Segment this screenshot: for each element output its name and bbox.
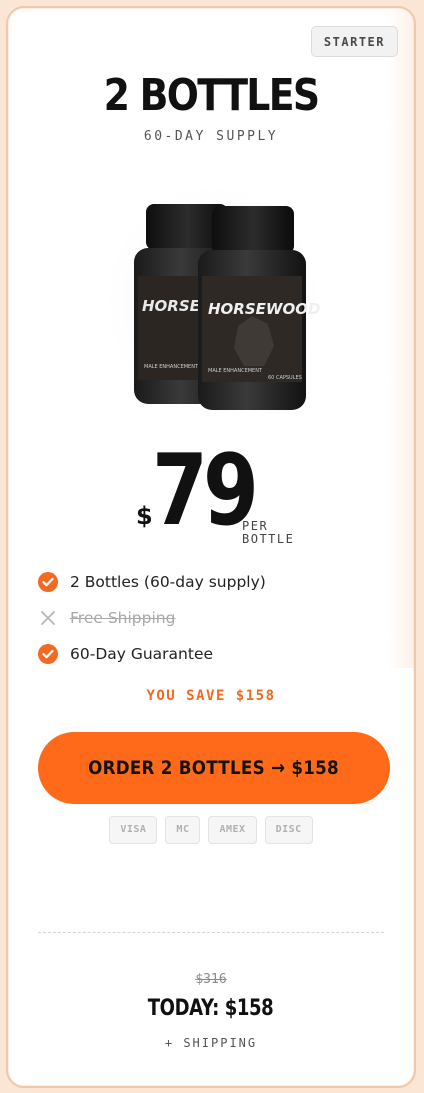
svg-text:MALE ENHANCEMENT: MALE ENHANCEMENT: [144, 364, 199, 370]
order-button[interactable]: ORDER 2 BOTTLES → $158: [38, 732, 390, 804]
check-circle-icon: [38, 644, 58, 664]
divider: [38, 932, 384, 933]
mastercard-badge: MC: [165, 816, 201, 844]
shipping-note: + SHIPPING: [164, 1036, 258, 1050]
feature-item: 2 Bottles (60-day supply): [38, 564, 398, 600]
visa-badge: VISA: [109, 816, 158, 844]
pricing-card: STARTER 2 BOTTLES 60-DAY SUPPLY MALE ENH…: [6, 6, 416, 1088]
discover-badge: DISC: [264, 816, 313, 844]
original-price: $316: [195, 972, 227, 987]
payment-methods: VISA MC AMEX DISC: [8, 816, 414, 844]
savings-text: YOU SAVE $158: [146, 688, 276, 704]
svg-text:MALE ENHANCEMENT: MALE ENHANCEMENT: [208, 368, 263, 374]
price-block: $ 79 PER BOTTLE: [8, 434, 414, 550]
feature-label: 60-Day Guarantee: [70, 645, 214, 663]
plan-badge: STARTER: [310, 26, 398, 57]
price-unit-line2: BOTTLE: [242, 532, 295, 546]
plan-subtitle: 60-DAY SUPPLY: [143, 129, 279, 144]
feature-item: 60-Day Guarantee: [38, 636, 398, 672]
check-circle-icon: [38, 572, 58, 592]
feature-label: 2 Bottles (60-day supply): [70, 573, 266, 591]
amex-badge: AMEX: [208, 816, 257, 844]
product-image: HORSEWOOD MALE ENHANCEMENT HORSEWOOD MAL…: [98, 176, 328, 426]
price-currency: $: [136, 502, 153, 530]
price-unit: PER BOTTLE: [242, 520, 294, 546]
today-price-label: TODAY: $158: [148, 996, 274, 1021]
today-price: TODAY: $158: [8, 996, 414, 1021]
svg-text:60 CAPSULES: 60 CAPSULES: [268, 375, 302, 381]
feature-item-excluded: Free Shipping: [38, 600, 398, 636]
svg-text:HORSEWOOD: HORSEWOOD: [208, 300, 320, 318]
feature-label: Free Shipping: [70, 609, 176, 627]
order-button-label: ORDER 2 BOTTLES → $158: [88, 757, 340, 779]
price-amount: 79: [152, 434, 259, 548]
feature-list: 2 Bottles (60-day supply) Free Shipping …: [38, 564, 398, 672]
plan-title: 2 BOTTLES: [103, 70, 320, 121]
x-icon: [41, 611, 55, 625]
